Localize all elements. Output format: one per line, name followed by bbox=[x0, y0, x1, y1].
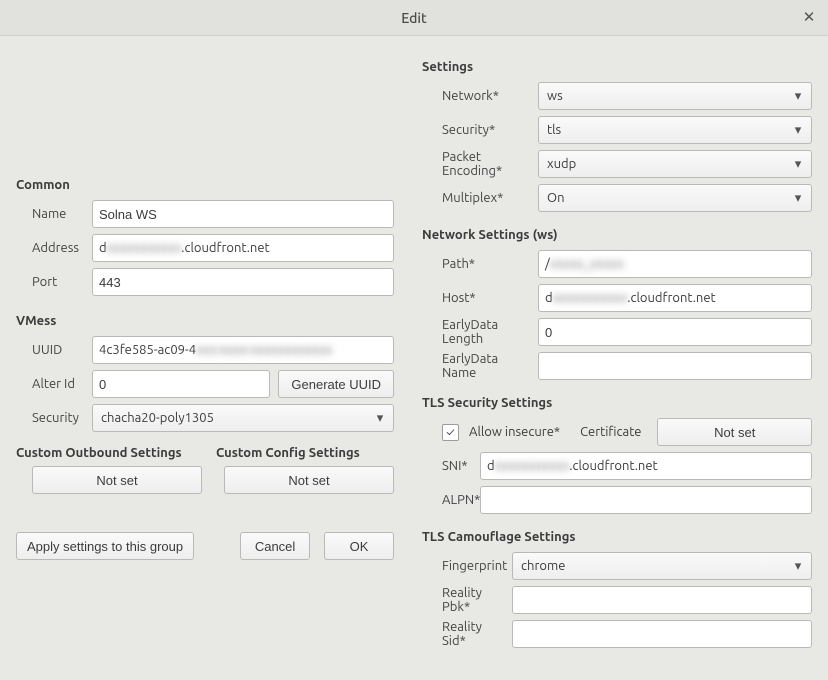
ws-path-label: Path* bbox=[422, 257, 532, 271]
reality-sid-label: Reality Sid* bbox=[422, 620, 506, 648]
uuid-input[interactable]: 4c3fe585-ac09-4xxx-xxxx-xxxxxxxxxxxx bbox=[92, 336, 394, 364]
window-title: Edit bbox=[401, 10, 427, 26]
security-select[interactable]: tls ▾ bbox=[538, 116, 812, 144]
network-value: ws bbox=[547, 89, 563, 103]
close-icon[interactable]: ✕ bbox=[800, 8, 818, 26]
custom-config-button[interactable]: Not set bbox=[224, 466, 394, 494]
encoding-label: Packet Encoding* bbox=[422, 150, 532, 178]
settings-heading: Settings bbox=[422, 60, 812, 74]
ok-button[interactable]: OK bbox=[324, 532, 394, 560]
ws-earlylen-label: EarlyData Length bbox=[422, 318, 532, 346]
chevron-down-icon: ▾ bbox=[791, 191, 805, 206]
tls-heading: TLS Security Settings bbox=[422, 396, 812, 410]
certificate-label: Certificate bbox=[580, 425, 641, 439]
ws-earlylen-input[interactable] bbox=[538, 318, 812, 346]
fingerprint-label: Fingerprint bbox=[422, 559, 506, 573]
custom-outbound-button[interactable]: Not set bbox=[32, 466, 202, 494]
custom-config-heading: Custom Config Settings bbox=[216, 446, 394, 460]
certificate-button[interactable]: Not set bbox=[657, 418, 812, 446]
multiplex-label: Multiplex* bbox=[422, 191, 532, 205]
titlebar: Edit ✕ bbox=[0, 0, 828, 36]
allow-insecure-checkbox[interactable]: ✓ bbox=[442, 424, 459, 441]
ws-host-label: Host* bbox=[422, 291, 532, 305]
multiplex-select[interactable]: On ▾ bbox=[538, 184, 812, 212]
right-column: Settings Network* ws ▾ Security* tls ▾ P… bbox=[422, 50, 812, 654]
window-content: Common Name Address dxxxxxxxxxxx.cloudfr… bbox=[0, 36, 828, 668]
sni-prefix: d bbox=[487, 459, 495, 473]
encoding-value: xudp bbox=[547, 157, 576, 171]
sni-input[interactable]: dxxxxxxxxxxx.cloudfront.net bbox=[480, 452, 812, 480]
fingerprint-value: chrome bbox=[521, 559, 565, 573]
address-hidden: xxxxxxxxxxx bbox=[107, 241, 182, 255]
alpn-input[interactable] bbox=[480, 486, 812, 514]
apply-group-button[interactable]: Apply settings to this group bbox=[16, 532, 194, 560]
chevron-down-icon: ▾ bbox=[373, 411, 387, 426]
vmess-security-label: Security bbox=[16, 411, 86, 425]
reality-pbk-label: Reality Pbk* bbox=[422, 586, 506, 614]
alpn-label: ALPN* bbox=[422, 493, 474, 507]
network-label: Network* bbox=[422, 89, 532, 103]
reality-pbk-input[interactable] bbox=[512, 586, 812, 614]
allow-insecure-label: Allow insecure* bbox=[469, 425, 560, 439]
address-label: Address bbox=[16, 241, 86, 255]
port-input[interactable] bbox=[92, 268, 394, 296]
camo-heading: TLS Camouflage Settings bbox=[422, 530, 812, 544]
ws-earlyname-label: EarlyData Name bbox=[422, 352, 532, 380]
left-column: Common Name Address dxxxxxxxxxxx.cloudfr… bbox=[16, 50, 394, 654]
ws-host-hidden: xxxxxxxxxxx bbox=[553, 291, 628, 305]
vmess-heading: VMess bbox=[16, 314, 394, 328]
multiplex-value: On bbox=[547, 191, 565, 205]
cancel-button[interactable]: Cancel bbox=[240, 532, 310, 560]
encoding-select[interactable]: xudp ▾ bbox=[538, 150, 812, 178]
generate-uuid-button[interactable]: Generate UUID bbox=[278, 370, 394, 398]
security-label: Security* bbox=[422, 123, 532, 137]
ws-host-suffix: .cloudfront.net bbox=[627, 291, 715, 305]
security-value: tls bbox=[547, 123, 561, 137]
vmess-security-value: chacha20-poly1305 bbox=[101, 411, 214, 425]
ws-earlyname-input[interactable] bbox=[538, 352, 812, 380]
chevron-down-icon: ▾ bbox=[791, 559, 805, 574]
ws-host-prefix: d bbox=[545, 291, 553, 305]
ws-heading: Network Settings (ws) bbox=[422, 228, 812, 242]
sni-suffix: .cloudfront.net bbox=[569, 459, 657, 473]
name-label: Name bbox=[16, 207, 86, 221]
chevron-down-icon: ▾ bbox=[791, 89, 805, 104]
ws-path-hidden: xxxxx_xxxxx bbox=[550, 257, 624, 271]
uuid-prefix: 4c3fe585-ac09-4 bbox=[99, 343, 196, 357]
reality-sid-input[interactable] bbox=[512, 620, 812, 648]
chevron-down-icon: ▾ bbox=[791, 123, 805, 138]
address-prefix: d bbox=[99, 241, 107, 255]
chevron-down-icon: ▾ bbox=[791, 157, 805, 172]
port-label: Port bbox=[16, 275, 86, 289]
common-heading: Common bbox=[16, 178, 394, 192]
alterid-input[interactable] bbox=[92, 370, 270, 398]
uuid-hidden: xxx-xxxx-xxxxxxxxxxxx bbox=[196, 343, 332, 357]
sni-label: SNI* bbox=[422, 459, 474, 473]
address-input[interactable]: dxxxxxxxxxxx.cloudfront.net bbox=[92, 234, 394, 262]
uuid-label: UUID bbox=[16, 343, 86, 357]
ws-path-input[interactable]: /xxxxx_xxxxx bbox=[538, 250, 812, 278]
sni-hidden: xxxxxxxxxxx bbox=[495, 459, 570, 473]
ws-host-input[interactable]: dxxxxxxxxxxx.cloudfront.net bbox=[538, 284, 812, 312]
name-input[interactable] bbox=[92, 200, 394, 228]
network-select[interactable]: ws ▾ bbox=[538, 82, 812, 110]
custom-outbound-heading: Custom Outbound Settings bbox=[16, 446, 194, 460]
alterid-label: Alter Id bbox=[16, 377, 86, 391]
address-suffix: .cloudfront.net bbox=[181, 241, 269, 255]
vmess-security-select[interactable]: chacha20-poly1305 ▾ bbox=[92, 404, 394, 432]
fingerprint-select[interactable]: chrome ▾ bbox=[512, 552, 812, 580]
